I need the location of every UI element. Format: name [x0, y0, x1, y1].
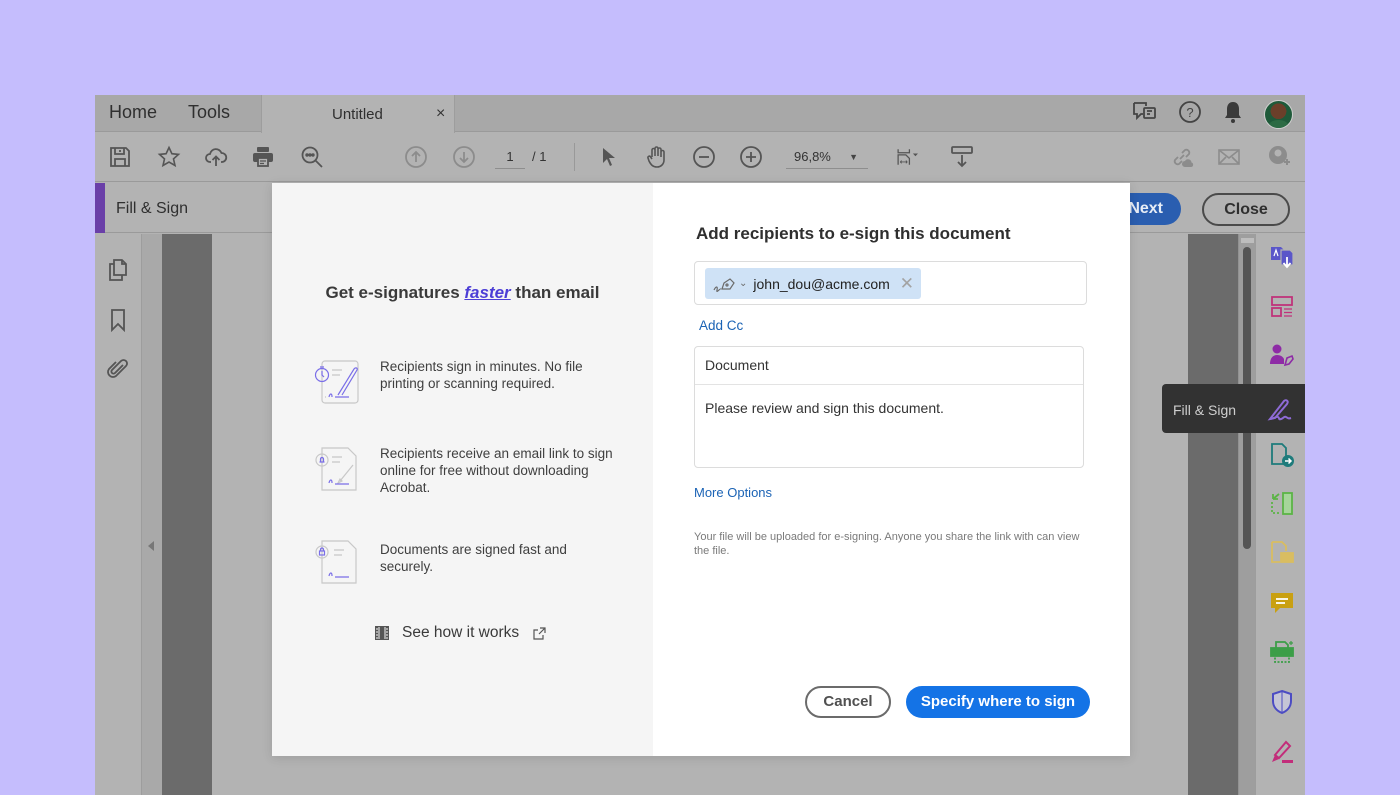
search-zoom-icon[interactable]: [298, 143, 326, 171]
collapse-panel-strip[interactable]: [142, 234, 162, 795]
fill-sign-icon[interactable]: [1266, 395, 1294, 423]
vertical-scrollbar[interactable]: [1238, 234, 1255, 795]
subject-input[interactable]: Document: [695, 347, 1083, 385]
collapse-arrow-icon[interactable]: [148, 541, 154, 551]
document-canvas-gutter-left: [162, 234, 212, 795]
account-area: ?: [1132, 99, 1293, 129]
upload-notice: Your file will be uploaded for e-signing…: [694, 531, 1080, 557]
tab-tools[interactable]: Tools: [188, 102, 230, 123]
compress-icon[interactable]: [1269, 491, 1295, 517]
select-cursor-icon[interactable]: [595, 143, 623, 171]
close-button[interactable]: Close: [1202, 193, 1290, 226]
close-tab-icon[interactable]: ×: [436, 105, 445, 123]
scroll-mode-icon[interactable]: [948, 143, 976, 171]
feature-text: Documents are signed fast and securely.: [380, 542, 567, 574]
promo-title: Get e-signatures faster than email: [272, 283, 653, 303]
see-how-it-works-link[interactable]: See how it works: [375, 624, 546, 642]
total-pages: / 1: [532, 149, 547, 164]
organize-pages-icon[interactable]: [1269, 294, 1295, 320]
tab-home[interactable]: Home: [109, 102, 157, 123]
comment-file-icon[interactable]: [1269, 540, 1295, 566]
main-toolbar: 1 / 1 96,8% ▼: [95, 133, 1305, 182]
send-for-review-icon[interactable]: [1269, 442, 1295, 468]
message-box: Document Please review and sign this doc…: [694, 346, 1084, 468]
current-page-input[interactable]: 1: [495, 147, 525, 169]
scan-icon[interactable]: [1269, 639, 1295, 665]
cancel-button[interactable]: Cancel: [805, 686, 891, 718]
stopwatch-sign-icon: [312, 358, 367, 406]
protect-icon[interactable]: [1269, 689, 1295, 715]
request-signatures-icon[interactable]: [1269, 342, 1295, 368]
chevron-down-icon: ▼: [849, 152, 858, 162]
fit-page-icon[interactable]: [888, 143, 928, 171]
recipient-form: Add recipients to e-sign this document ⌄…: [653, 183, 1130, 756]
fill-sign-title: Fill & Sign: [116, 200, 189, 217]
feature-text: Recipients sign in minutes. No file prin…: [380, 359, 583, 391]
promo-title-end: than email: [510, 283, 600, 302]
message-textarea[interactable]: Please review and sign this document.: [695, 386, 1083, 430]
add-user-icon[interactable]: [1265, 143, 1293, 171]
page-down-icon[interactable]: [450, 143, 478, 171]
user-avatar[interactable]: [1264, 99, 1293, 129]
tool-accent-bar: [95, 183, 105, 233]
document-tab[interactable]: Untitled ×: [261, 95, 455, 133]
share-link-icon[interactable]: [1168, 143, 1196, 171]
zoom-level-select[interactable]: 96,8% ▼: [786, 147, 868, 169]
hand-icon[interactable]: [643, 143, 671, 171]
bell-sign-icon: [312, 445, 367, 493]
add-cc-link[interactable]: Add Cc: [699, 318, 743, 333]
signer-icon[interactable]: [713, 275, 737, 293]
document-tab-title: Untitled: [332, 106, 383, 123]
save-icon[interactable]: [106, 143, 134, 171]
highlight-icon[interactable]: [1269, 738, 1295, 764]
tab-bar: Home Tools Untitled × ?: [95, 95, 1305, 133]
fill-sign-tooltip[interactable]: Fill & Sign: [1162, 384, 1305, 433]
feedback-icon[interactable]: [1132, 100, 1158, 129]
help-icon[interactable]: ?: [1178, 100, 1202, 129]
more-options-link[interactable]: More Options: [694, 485, 772, 500]
tooltip-label: Fill & Sign: [1173, 402, 1237, 418]
zoom-out-icon[interactable]: [690, 143, 718, 171]
bell-icon[interactable]: [1222, 100, 1244, 129]
lock-sign-icon: [312, 538, 367, 586]
recipients-input[interactable]: ⌄ john_dou@acme.com ✕: [694, 261, 1087, 305]
external-link-icon: [533, 626, 546, 640]
right-tools-rail: [1255, 234, 1305, 795]
print-icon[interactable]: [249, 143, 277, 171]
attachment-icon[interactable]: [106, 357, 130, 381]
export-pdf-icon[interactable]: [1269, 244, 1295, 270]
promo-title-emphasis: faster: [464, 283, 511, 302]
chevron-down-icon[interactable]: ⌄: [739, 278, 747, 289]
svg-text:?: ?: [1186, 105, 1193, 120]
recipient-chip[interactable]: ⌄ john_dou@acme.com ✕: [705, 268, 921, 299]
left-navigation-rail: [95, 234, 142, 795]
esign-dialog: Get e-signatures faster than email Recip…: [272, 183, 1130, 756]
upload-cloud-icon[interactable]: [202, 143, 230, 171]
page-up-icon[interactable]: [402, 143, 430, 171]
zoom-level-value: 96,8%: [794, 149, 831, 164]
promo-title-start: Get e-signatures: [325, 283, 465, 302]
document-canvas-gutter-right: [1188, 234, 1238, 795]
email-icon[interactable]: [1215, 143, 1243, 171]
dialog-title: Add recipients to e-sign this document: [696, 224, 1011, 243]
film-icon: [375, 626, 389, 640]
bookmark-icon[interactable]: [106, 308, 130, 333]
pages-icon[interactable]: [106, 258, 130, 282]
star-icon[interactable]: [155, 143, 183, 171]
comment-icon[interactable]: [1269, 590, 1295, 616]
remove-recipient-icon[interactable]: ✕: [900, 275, 914, 292]
recipient-email: john_dou@acme.com: [753, 275, 890, 292]
feature-text: Recipients receive an email link to sign…: [380, 446, 613, 495]
zoom-in-icon[interactable]: [737, 143, 765, 171]
scrollbar-cap: [1241, 238, 1254, 243]
promo-panel: Get e-signatures faster than email Recip…: [272, 183, 653, 756]
specify-where-to-sign-button[interactable]: Specify where to sign: [906, 686, 1090, 718]
see-how-label: See how it works: [402, 624, 520, 641]
toolbar-divider: [574, 143, 575, 171]
